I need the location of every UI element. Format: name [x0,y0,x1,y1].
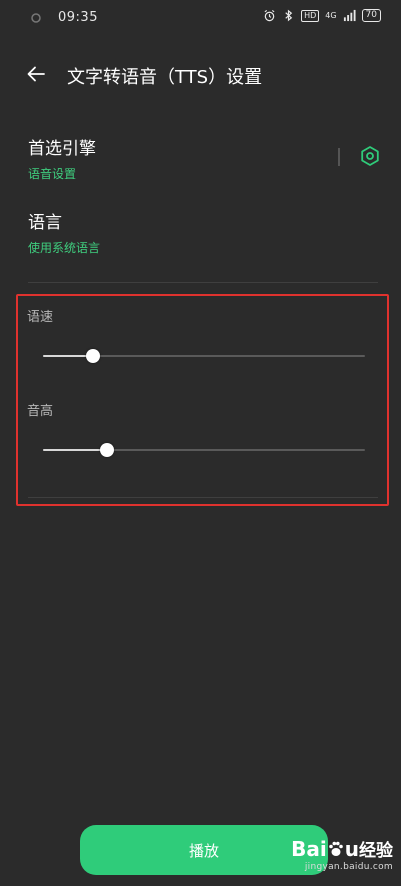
status-bar: 09:35 HD 4G 70 [0,0,401,36]
language-item[interactable]: 语言 使用系统语言 [28,208,378,258]
slider-thumb[interactable] [100,443,115,457]
alarm-icon [264,9,275,22]
engine-settings-divider [338,148,340,166]
slider-fill [43,449,108,451]
preferred-engine-summary: 语音设置 [28,167,77,181]
gear-icon[interactable] [359,145,381,167]
pitch-label: 音高 [27,404,54,419]
signal-type: 4G [325,10,337,20]
speech-rate-label: 语速 [27,310,54,325]
language-summary: 使用系统语言 [28,241,101,255]
app-bar: 文字转语音（TTS）设置 [0,52,401,96]
page-title: 文字转语音（TTS）设置 [67,67,263,88]
slider-thumb[interactable] [85,349,100,363]
notification-icon [31,13,41,23]
preferred-engine-item[interactable]: 首选引擎 语音设置 [28,134,378,184]
pitch-slider[interactable] [43,440,365,460]
speech-rate-slider[interactable] [43,346,365,366]
signal-icon [343,9,356,22]
status-icons: HD 4G 70 [263,9,381,22]
baidu-paw-icon [328,841,343,856]
baidu-url: jingyan.baidu.com [304,862,393,872]
section-divider [28,282,378,283]
highlight-annotation-box [16,294,389,506]
baidu-watermark: Bai u经验 jingyan.baidu.com [291,836,393,872]
baidu-logo: Bai u经验 [291,837,393,861]
status-time: 09:35 [58,10,98,25]
language-title: 语言 [28,213,62,233]
battery-icon: 70 [361,9,381,22]
back-arrow-icon[interactable] [24,62,48,86]
section-divider [28,497,378,498]
bluetooth-icon [285,9,293,22]
preferred-engine-title: 首选引擎 [28,139,96,159]
hd-badge: HD [301,9,320,22]
